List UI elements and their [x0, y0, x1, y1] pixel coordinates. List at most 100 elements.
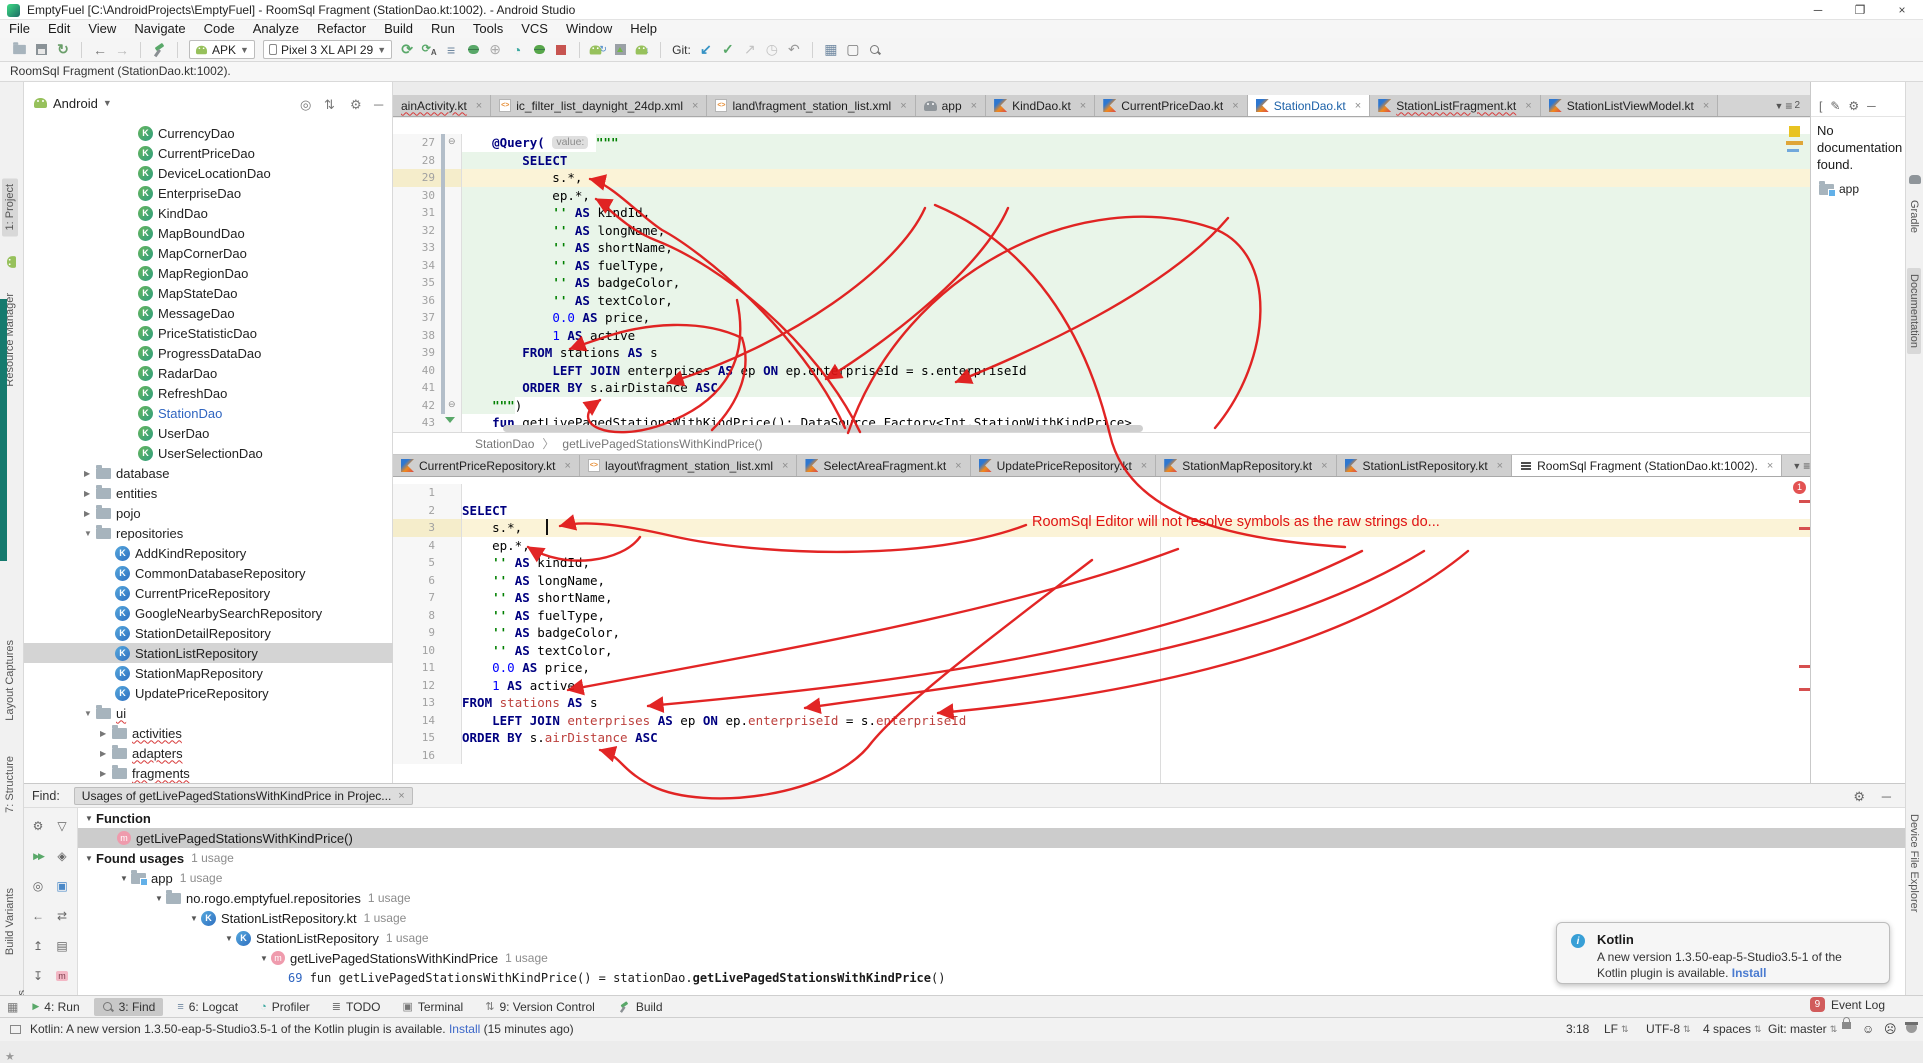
tree-item-adapters[interactable]: ▶adapters [24, 743, 393, 763]
close-icon[interactable]: × [1321, 460, 1327, 472]
back-icon[interactable]: ← [89, 40, 111, 60]
code-text[interactable]: '' AS longName, [462, 572, 1810, 590]
code-text[interactable]: '' AS badgeColor, [462, 274, 1810, 292]
tree-item-userdao[interactable]: KUserDao [24, 423, 393, 443]
tab-kinddao-kt[interactable]: KindDao.kt× [986, 95, 1095, 116]
tree-item-refreshdao[interactable]: KRefreshDao [24, 383, 393, 403]
find-row[interactable]: ▼no.rogo.emptyfuel.repositories1 usage [78, 888, 1905, 908]
stripe-item-7-structure[interactable]: 7: Structure [2, 750, 18, 819]
code-text[interactable]: 1 AS active [462, 677, 1810, 695]
stripe-item-gradle[interactable]: Gradle [1907, 194, 1921, 239]
line-separator-selector[interactable]: LF⇅ [1604, 1022, 1629, 1036]
error-stripe-mark[interactable] [1799, 527, 1810, 530]
error-count-indicator[interactable]: 1 [1793, 481, 1806, 494]
code-text[interactable]: 1 AS active [462, 327, 1810, 345]
toolwindow-button-build[interactable]: Build [609, 998, 671, 1016]
close-icon[interactable]: × [1525, 100, 1531, 112]
code-text[interactable]: """) [462, 397, 1810, 415]
menu-item-tools[interactable]: Tools [464, 20, 512, 38]
find-row[interactable]: ▼app1 usage [78, 868, 1905, 888]
code-text[interactable]: ep.*, [462, 187, 1810, 205]
tree-item-enterprisedao[interactable]: KEnterpriseDao [24, 183, 393, 203]
tree-expanded-arrow-icon[interactable]: ▼ [222, 934, 236, 943]
tree-item-entities[interactable]: ▶entities [24, 483, 393, 503]
tree-item-fragments[interactable]: ▶fragments [24, 763, 393, 783]
tab-layout-fragment-station-list-xml[interactable]: <>layout\fragment_station_list.xml× [580, 455, 798, 476]
tree-item-stationdao[interactable]: KStationDao [24, 403, 393, 423]
debug-icon[interactable] [462, 40, 484, 60]
install-link[interactable]: Install [1732, 966, 1767, 980]
expand-all-icon[interactable]: ↥ [28, 936, 48, 956]
close-button[interactable]: × [1881, 0, 1923, 20]
group-by-method-icon[interactable]: m [52, 966, 72, 986]
filter-icon[interactable]: ▽ [52, 816, 72, 836]
tab-ainactivity-kt[interactable]: ainActivity.kt× [393, 95, 491, 116]
code-text[interactable]: '' AS kindId, [462, 554, 1810, 572]
code-text[interactable]: s.*, [462, 169, 1810, 187]
menu-item-window[interactable]: Window [557, 20, 621, 38]
code-text[interactable]: LEFT JOIN enterprises AS ep ON ep.enterp… [462, 362, 1810, 380]
run-coverage-icon[interactable]: ⟳A [418, 40, 440, 60]
tree-item-database[interactable]: ▶database [24, 463, 393, 483]
indent-selector[interactable]: 4 spaces⇅ [1703, 1022, 1762, 1036]
tab-app[interactable]: app× [916, 95, 986, 116]
error-stripe-mark[interactable] [1799, 665, 1810, 668]
tree-item-commondatabaserepository[interactable]: KCommonDatabaseRepository [24, 563, 393, 583]
code-text[interactable]: '' AS shortName, [462, 589, 1810, 607]
horizontal-scrollbar[interactable] [503, 425, 1143, 432]
toolwindow-button-6-logcat[interactable]: ≡6: Logcat [169, 998, 246, 1016]
collapse-all-icon[interactable]: ↧ [28, 966, 48, 986]
encoding-selector[interactable]: UTF-8⇅ [1646, 1022, 1691, 1036]
toolwindow-button-terminal[interactable]: ▣Terminal [394, 998, 471, 1016]
close-icon[interactable]: × [900, 100, 906, 112]
code-text[interactable]: '' AS fuelType, [462, 607, 1810, 625]
caret-stripe-mark[interactable] [1787, 149, 1799, 152]
maximize-button[interactable]: ❐ [1839, 0, 1881, 20]
open-icon[interactable] [8, 40, 30, 60]
forward-icon[interactable]: → [111, 40, 133, 60]
tree-item-mapregiondao[interactable]: KMapRegionDao [24, 263, 393, 283]
caret-position[interactable]: 3:18 [1566, 1022, 1589, 1036]
settings-gear-icon[interactable]: ⚙ [28, 816, 48, 836]
code-text[interactable]: '' AS badgeColor, [462, 624, 1810, 642]
breadcrumb-class[interactable]: StationDao [475, 437, 534, 451]
tree-item-stationmaprepository[interactable]: KStationMapRepository [24, 663, 393, 683]
git-rollback-icon[interactable]: ↶ [783, 40, 805, 60]
profiler-icon[interactable]: ◔ [506, 40, 528, 60]
tab-updatepricerepository-kt[interactable]: UpdatePriceRepository.kt× [971, 455, 1157, 476]
close-icon[interactable]: × [1767, 460, 1773, 472]
project-view-selector[interactable]: Android [53, 96, 98, 111]
close-icon[interactable]: × [1703, 100, 1709, 112]
find-results-tab[interactable]: Usages of getLivePagedStationsWithKindPr… [74, 787, 413, 805]
tree-item-addkindrepository[interactable]: KAddKindRepository [24, 543, 393, 563]
implementation-gutter-icon[interactable] [445, 417, 455, 423]
menu-item-build[interactable]: Build [375, 20, 422, 38]
tree-item-mapstatedao[interactable]: KMapStateDao [24, 283, 393, 303]
tree-item-radardao[interactable]: KRadarDao [24, 363, 393, 383]
close-icon[interactable]: × [398, 790, 404, 802]
fold-icon[interactable]: ⊖ [448, 399, 456, 410]
fold-icon[interactable]: ⊖ [448, 136, 456, 147]
menu-item-navigate[interactable]: Navigate [125, 20, 194, 38]
close-icon[interactable]: × [692, 100, 698, 112]
tree-expanded-arrow-icon[interactable]: ▼ [82, 814, 96, 823]
error-stripe-mark[interactable] [1799, 688, 1810, 691]
code-text[interactable]: @Query( value: """ [462, 134, 1810, 152]
sdk-manager-icon[interactable] [609, 40, 631, 60]
tab-land-fragment-station-list-xml[interactable]: <>land\fragment_station_list.xml× [707, 95, 915, 116]
stripe-item-1-project[interactable]: 1: Project [2, 178, 18, 236]
tree-item-ui[interactable]: ▼ui [24, 703, 393, 723]
tree-item-currencydao[interactable]: KCurrencyDao [24, 123, 393, 143]
tree-expanded-arrow-icon[interactable]: ▼ [117, 874, 131, 883]
stop-icon[interactable] [550, 40, 572, 60]
locate-file-icon[interactable]: ◎ [300, 97, 311, 113]
find-row[interactable]: ▼Found usages1 usage [78, 848, 1905, 868]
tree-item-kinddao[interactable]: KKindDao [24, 203, 393, 223]
code-text[interactable]: '' AS longName, [462, 222, 1810, 240]
hide-panel-icon[interactable]: ─ [1882, 789, 1891, 804]
back-icon[interactable]: ← [28, 906, 48, 926]
layout-inspector-icon[interactable]: ▢ [842, 40, 864, 60]
toolwindow-button-todo[interactable]: ≣TODO [324, 998, 389, 1016]
code-text[interactable]: LEFT JOIN enterprises AS ep ON ep.enterp… [462, 712, 1810, 730]
git-branch-selector[interactable]: Git: master⇅ [1768, 1022, 1837, 1036]
